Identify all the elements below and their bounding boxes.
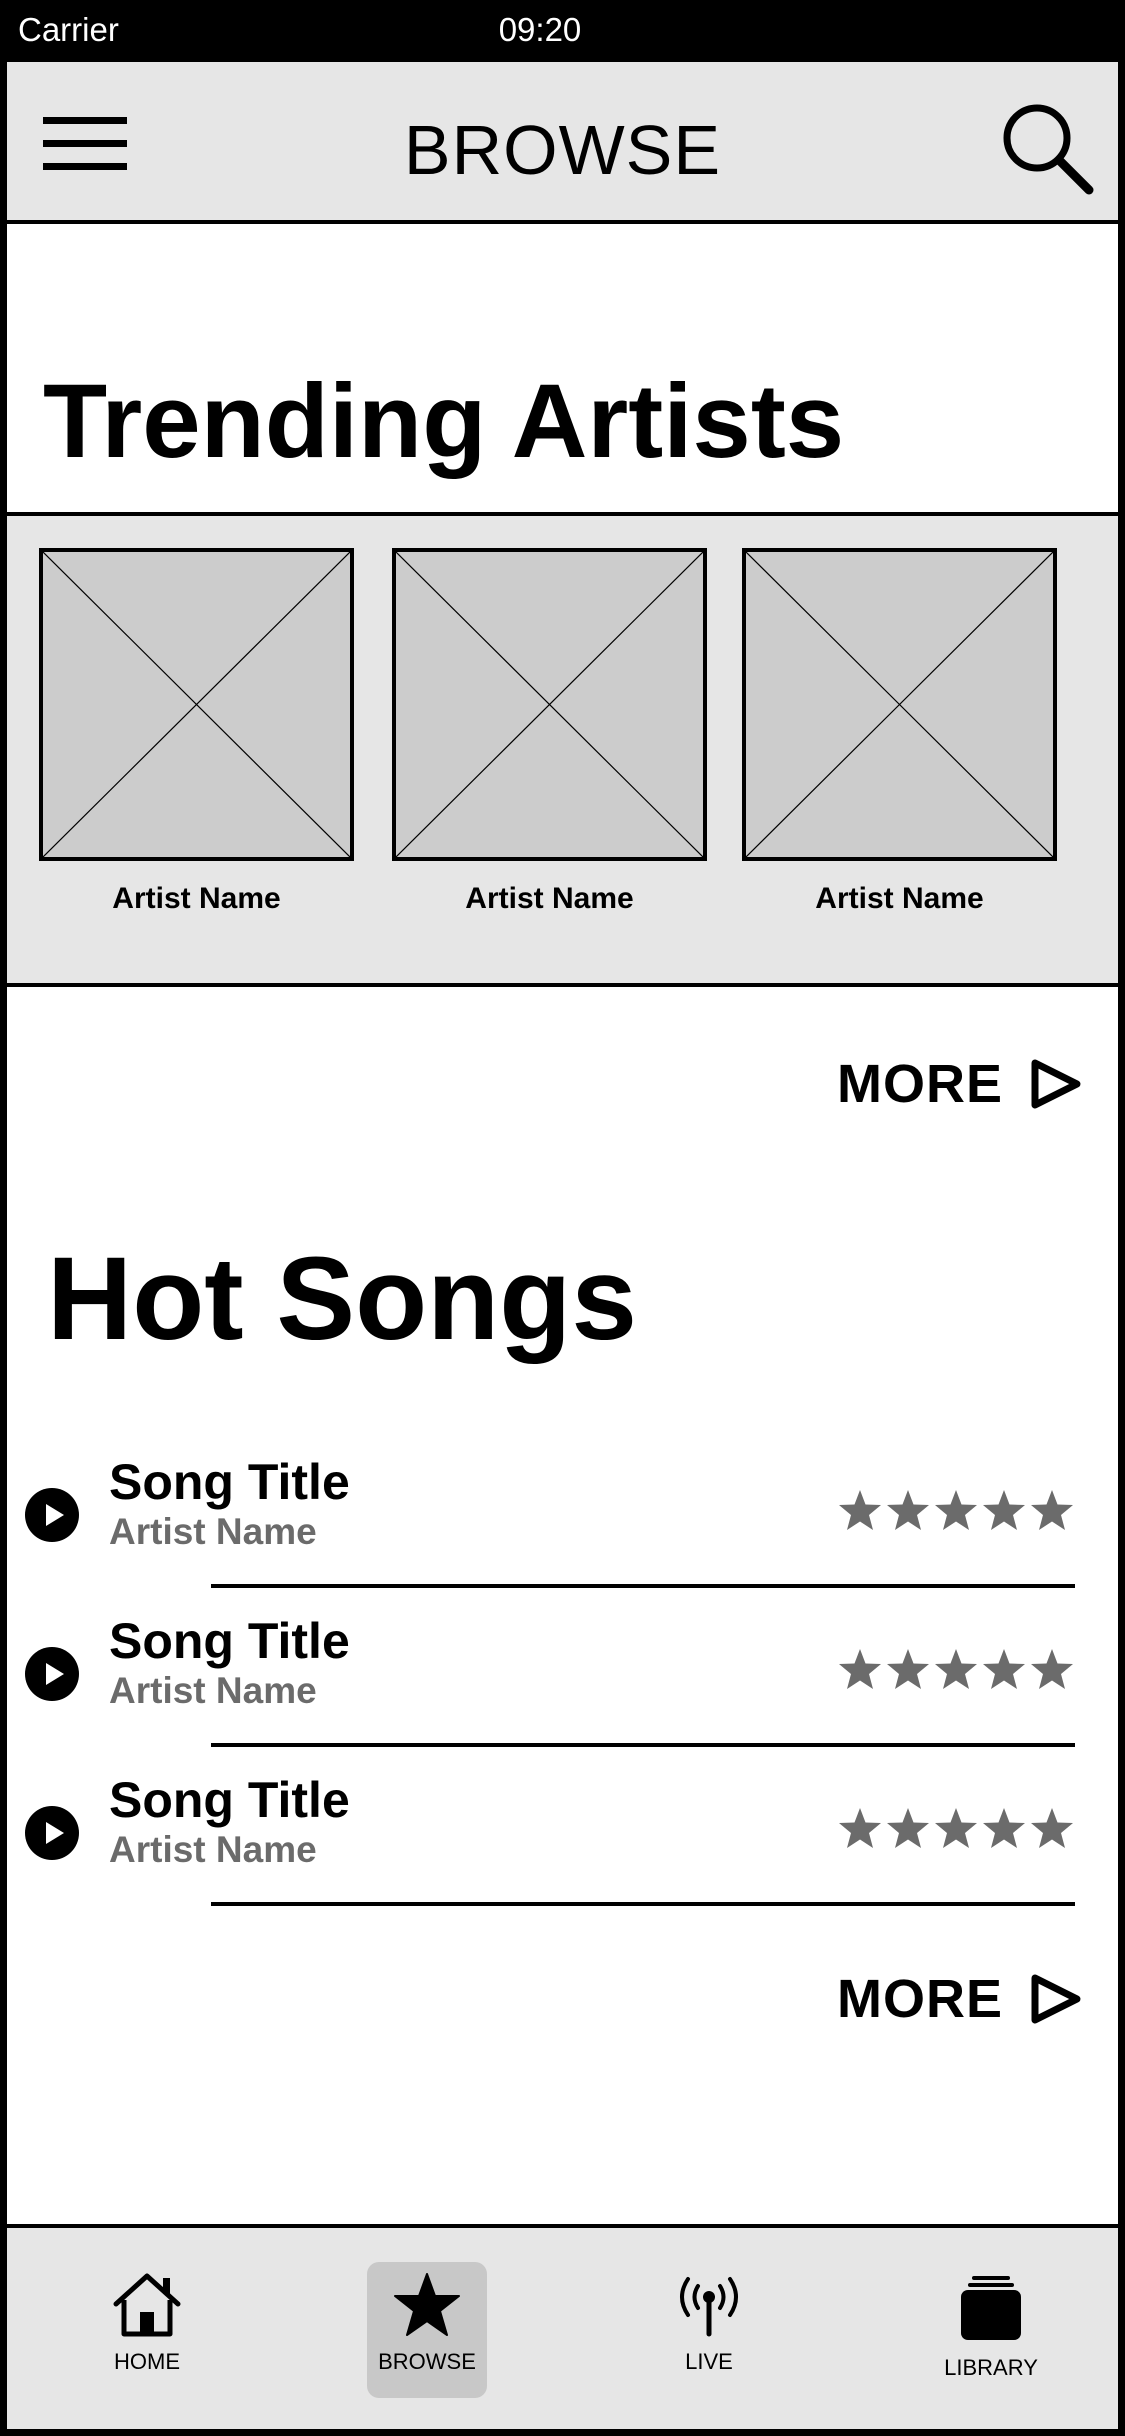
star-icon: [1031, 1649, 1073, 1689]
status-bar: Carrier 09:20: [0, 0, 1125, 62]
star-icon: [839, 1649, 881, 1689]
more-songs-button[interactable]: MORE: [837, 1964, 1087, 2034]
app-screen: BROWSE Trending Artists Artist Name Arti…: [3, 62, 1122, 2433]
star-icon: [983, 1649, 1025, 1689]
artist-name: Artist Name: [112, 882, 281, 915]
tab-live[interactable]: LIVE: [649, 2262, 769, 2398]
more-label: MORE: [837, 1969, 1003, 2029]
play-button-icon[interactable]: [25, 1806, 79, 1860]
song-artist: Artist Name: [109, 1670, 317, 1711]
bottom-tab-bar: HOME BROWSE LIVE LIBRARY: [7, 2224, 1118, 2429]
artist-image-placeholder: [742, 548, 1057, 861]
top-nav-bar: BROWSE: [7, 62, 1118, 224]
divider: [211, 1902, 1075, 1906]
divider: [211, 1743, 1075, 1747]
star-icon: [887, 1490, 929, 1530]
play-button-icon[interactable]: [25, 1647, 79, 1701]
play-arrow-icon: [1031, 1974, 1081, 2024]
star-rating: [837, 1806, 1077, 1854]
trending-artists-heading: Trending Artists: [43, 363, 845, 480]
artist-name: Artist Name: [815, 882, 984, 915]
tab-label: BROWSE: [378, 2349, 476, 2374]
star-icon: [839, 1490, 881, 1530]
star-icon: [887, 1649, 929, 1689]
song-title: Song Title: [109, 1772, 350, 1828]
song-row[interactable]: Song Title Artist Name: [7, 1760, 1118, 1920]
song-artist: Artist Name: [109, 1511, 317, 1552]
star-icon: [935, 1808, 977, 1848]
search-icon[interactable]: [997, 98, 1097, 198]
star-icon: [887, 1808, 929, 1848]
tab-label: HOME: [114, 2349, 180, 2374]
play-arrow-icon: [1031, 1059, 1081, 1109]
star-icon: [935, 1490, 977, 1530]
song-row[interactable]: Song Title Artist Name: [7, 1601, 1118, 1761]
library-icon: [961, 2276, 1021, 2340]
star-icon: [394, 2273, 460, 2336]
artist-card[interactable]: Artist Name: [742, 548, 1057, 919]
broadcast-icon: [680, 2277, 738, 2337]
artist-name: Artist Name: [465, 882, 634, 915]
more-artists-button[interactable]: MORE: [837, 1049, 1087, 1119]
tab-label: LIVE: [685, 2349, 733, 2374]
tab-label: LIBRARY: [944, 2355, 1038, 2380]
home-icon: [113, 2273, 181, 2337]
song-row[interactable]: Song Title Artist Name: [7, 1442, 1118, 1602]
star-icon: [983, 1808, 1025, 1848]
artist-card[interactable]: Artist Name: [392, 548, 707, 919]
hot-songs-heading: Hot Songs: [47, 1233, 637, 1365]
star-icon: [1031, 1808, 1073, 1848]
star-icon: [983, 1490, 1025, 1530]
star-icon: [935, 1649, 977, 1689]
trending-artists-strip: Artist Name Artist Name Artist Name: [7, 512, 1118, 987]
song-title: Song Title: [109, 1613, 350, 1669]
star-rating: [837, 1488, 1077, 1536]
status-time: 09:20: [498, 11, 582, 48]
star-icon: [1031, 1490, 1073, 1530]
artist-image-placeholder: [392, 548, 707, 861]
play-button-icon[interactable]: [25, 1488, 79, 1542]
song-artist: Artist Name: [109, 1829, 317, 1870]
song-title: Song Title: [109, 1454, 350, 1510]
star-rating: [837, 1647, 1077, 1695]
tab-home[interactable]: HOME: [87, 2262, 207, 2398]
divider: [211, 1584, 1075, 1588]
page-title: BROWSE: [403, 111, 722, 189]
artist-image-placeholder: [39, 548, 354, 861]
star-icon: [839, 1808, 881, 1848]
more-label: MORE: [837, 1054, 1003, 1114]
tab-library[interactable]: LIBRARY: [931, 2262, 1051, 2398]
tab-browse[interactable]: BROWSE: [367, 2262, 487, 2398]
artist-card[interactable]: Artist Name: [39, 548, 354, 919]
